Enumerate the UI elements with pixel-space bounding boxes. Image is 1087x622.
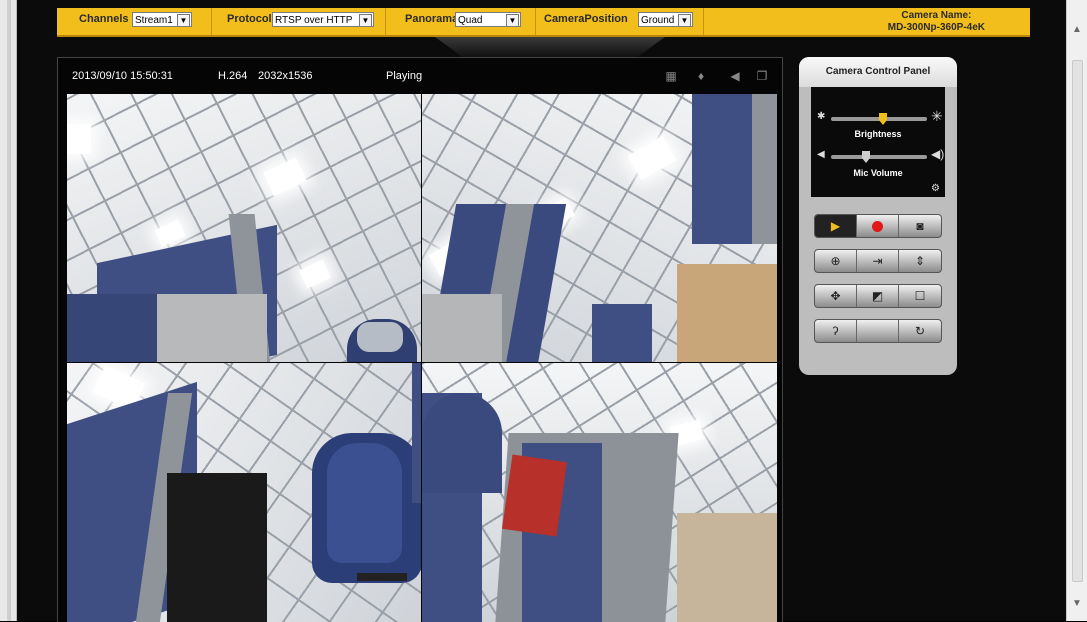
scroll-thumb[interactable] bbox=[1072, 60, 1083, 582]
settings-icon[interactable]: ⚙ bbox=[931, 183, 940, 194]
panorama-select[interactable]: Quad ▼ bbox=[455, 12, 521, 27]
chevron-down-icon: ▼ bbox=[177, 14, 190, 26]
top-toolbar: Channels Stream1 ▼ Protocol RTSP over HT… bbox=[57, 8, 1030, 37]
rotate-icon[interactable]: ↻ bbox=[899, 320, 941, 342]
zoom-in-icon[interactable]: ⊕ bbox=[815, 250, 857, 272]
view-controls: ✥ ◩ ☐ bbox=[814, 284, 942, 308]
scroll-down-icon[interactable]: ▼ bbox=[1067, 596, 1087, 612]
video-quad-1[interactable] bbox=[67, 94, 421, 362]
channel-select[interactable]: Stream1 ▼ bbox=[132, 12, 192, 27]
network-icon[interactable]: ▦ bbox=[664, 69, 678, 83]
left-frame bbox=[0, 0, 17, 621]
chevron-down-icon: ▼ bbox=[678, 14, 691, 26]
brightness-knob[interactable] bbox=[879, 112, 888, 125]
microphone-icon[interactable]: ♦ bbox=[694, 69, 708, 83]
channel-value: Stream1 bbox=[135, 15, 173, 26]
protocol-label: Protocol bbox=[227, 13, 272, 25]
mic-volume-label: Mic Volume bbox=[853, 168, 903, 178]
record-icon[interactable] bbox=[857, 215, 899, 237]
resolution: 2032x1536 bbox=[258, 70, 313, 82]
panorama-value: Quad bbox=[458, 15, 483, 26]
panel-sliders: ✱ ✳ Brightness ◀ ◀) Mic Volume ⚙ bbox=[811, 87, 945, 197]
fullscreen-icon[interactable]: ❐ bbox=[755, 69, 769, 83]
frame-icon[interactable]: ☐ bbox=[899, 285, 941, 307]
chevron-down-icon: ▼ bbox=[506, 14, 519, 26]
play-icon[interactable]: ▶ bbox=[815, 215, 857, 237]
brightness-label: Brightness bbox=[854, 129, 902, 139]
mic-volume-slider[interactable] bbox=[831, 151, 927, 163]
snapshot-icon[interactable]: ◙ bbox=[899, 215, 941, 237]
camera-name: Camera Name: MD-300Np-360P-4eK bbox=[888, 10, 985, 34]
listen-icon[interactable]: ʔ bbox=[815, 320, 857, 342]
camera-control-panel: Camera Control Panel ✱ ✳ Brightness ◀ ◀)… bbox=[799, 57, 957, 375]
camera-name-value: MD-300Np-360P-4eK bbox=[887, 22, 985, 33]
vertical-scrollbar[interactable]: ▲ ▼ bbox=[1066, 0, 1087, 621]
blank-button[interactable] bbox=[857, 320, 899, 342]
video-quad-4[interactable] bbox=[422, 363, 777, 622]
viewer-status-bar: 2013/09/10 15:50:31 H.264 2032x1536 Play… bbox=[58, 58, 782, 94]
camera-name-label: Camera Name: bbox=[901, 10, 972, 21]
pan-icon[interactable]: ✥ bbox=[815, 285, 857, 307]
fit-width-icon[interactable]: ⇥ bbox=[857, 250, 899, 272]
protocol-value: RTSP over HTTP bbox=[275, 15, 353, 26]
camera-position-label: CameraPosition bbox=[544, 13, 628, 25]
mic-volume-knob[interactable] bbox=[861, 150, 870, 163]
app-window: Channels Stream1 ▼ Protocol RTSP over HT… bbox=[0, 0, 1087, 622]
protocol-select[interactable]: RTSP over HTTP ▼ bbox=[272, 12, 374, 27]
toolbar-tab-decoration bbox=[435, 37, 665, 57]
window-icon[interactable]: ◩ bbox=[857, 285, 899, 307]
video-quad-3[interactable] bbox=[67, 363, 421, 622]
volume-low-icon: ◀ bbox=[817, 149, 825, 160]
timestamp: 2013/09/10 15:50:31 bbox=[72, 70, 173, 82]
channel-label: Channels bbox=[79, 13, 129, 25]
video-viewer[interactable]: 2013/09/10 15:50:31 H.264 2032x1536 Play… bbox=[57, 57, 783, 622]
zoom-controls: ⊕ ⇥ ⇕ bbox=[814, 249, 942, 273]
camera-position-value: Ground bbox=[641, 15, 675, 26]
fit-height-icon[interactable]: ⇕ bbox=[899, 250, 941, 272]
codec: H.264 bbox=[218, 70, 248, 82]
brightness-high-icon: ✳ bbox=[931, 108, 943, 124]
chevron-down-icon: ▼ bbox=[359, 14, 372, 26]
brightness-low-icon: ✱ bbox=[817, 111, 826, 122]
audio-controls: ʔ ↻ bbox=[814, 319, 942, 343]
brightness-slider[interactable] bbox=[831, 113, 927, 125]
volume-high-icon: ◀) bbox=[931, 147, 945, 161]
camera-position-select[interactable]: Ground ▼ bbox=[638, 12, 693, 27]
playback-status: Playing bbox=[386, 70, 423, 82]
panel-title: Camera Control Panel bbox=[799, 57, 957, 87]
video-quad-2[interactable] bbox=[422, 94, 777, 362]
panorama-label: Panorama bbox=[405, 13, 459, 25]
playback-controls: ▶ ◙ bbox=[814, 214, 942, 238]
speaker-icon[interactable]: ◀ bbox=[728, 69, 742, 83]
scroll-up-icon[interactable]: ▲ bbox=[1067, 22, 1087, 38]
